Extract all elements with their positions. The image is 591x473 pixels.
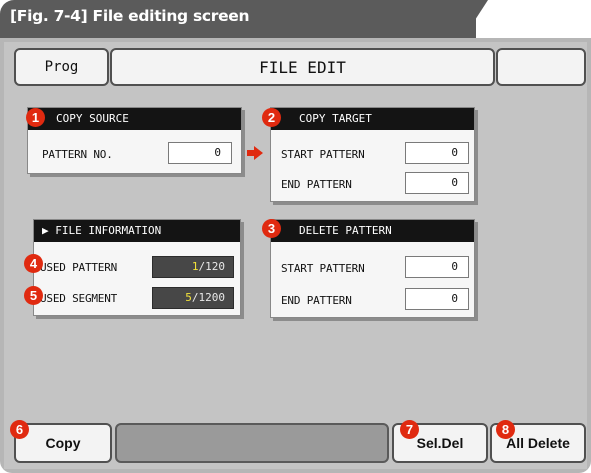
used-pattern-value: 1/120	[152, 256, 234, 278]
badge-4-icon: 4	[24, 254, 43, 273]
copy-source-panel: COPY SOURCE PATTERN NO. 0	[27, 107, 242, 174]
delete-start-label: START PATTERN	[281, 262, 365, 275]
badge-1-icon: 1	[26, 108, 45, 127]
used-pattern-used: 1	[191, 260, 199, 273]
badge-3-icon: 3	[262, 219, 281, 238]
figure-caption: [Fig. 7-4] File editing screen	[10, 7, 250, 25]
copy-button-label: Copy	[45, 435, 81, 451]
used-segment-used: 5	[185, 291, 192, 304]
right-arrow-icon	[247, 146, 263, 160]
prog-button-label: Prog	[44, 59, 79, 75]
used-pattern-total: /120	[198, 260, 226, 273]
used-segment-total: /1200	[191, 291, 225, 304]
copy-target-end-field[interactable]: 0	[405, 172, 469, 194]
used-segment-value: 5/1200	[152, 287, 234, 309]
copy-source-title: COPY SOURCE	[28, 108, 241, 130]
screen-title: FILE EDIT	[259, 57, 346, 77]
delete-end-field[interactable]: 0	[405, 288, 469, 310]
copy-target-start-label: START PATTERN	[281, 148, 365, 161]
badge-6-icon: 6	[10, 420, 29, 439]
delete-start-field[interactable]: 0	[405, 256, 469, 278]
copy-target-start-field[interactable]: 0	[405, 142, 469, 164]
delete-end-label: END PATTERN	[281, 294, 352, 307]
delete-pattern-panel: DELETE PATTERN START PATTERN 0 END PATTE…	[270, 219, 475, 318]
screen-title-bar: FILE EDIT	[110, 48, 495, 86]
copy-target-title: COPY TARGET	[271, 108, 474, 130]
file-information-title: ▶ FILE INFORMATION	[34, 220, 240, 242]
all-delete-button-label: All Delete	[506, 435, 570, 451]
copy-source-pattern-field[interactable]: 0	[168, 142, 232, 164]
used-segment-label: USED SEGMENT	[40, 292, 118, 305]
badge-7-icon: 7	[400, 420, 419, 439]
badge-5-icon: 5	[24, 286, 43, 305]
pattern-no-label: PATTERN NO.	[42, 148, 113, 161]
badge-2-icon: 2	[262, 108, 281, 127]
used-pattern-label: USED PATTERN	[40, 261, 118, 274]
copy-target-panel: COPY TARGET START PATTERN 0 END PATTERN …	[270, 107, 475, 202]
copy-target-end-label: END PATTERN	[281, 178, 352, 191]
status-bar	[115, 423, 389, 463]
prog-button[interactable]: Prog	[14, 48, 109, 86]
delete-pattern-title: DELETE PATTERN	[271, 220, 474, 242]
file-information-panel: ▶ FILE INFORMATION USED PATTERN 1/120 US…	[33, 219, 241, 316]
figure-caption-tab-slope	[462, 0, 488, 40]
header-right-button[interactable]	[496, 48, 586, 86]
badge-8-icon: 8	[496, 420, 515, 439]
sel-del-button-label: Sel.Del	[416, 435, 464, 451]
